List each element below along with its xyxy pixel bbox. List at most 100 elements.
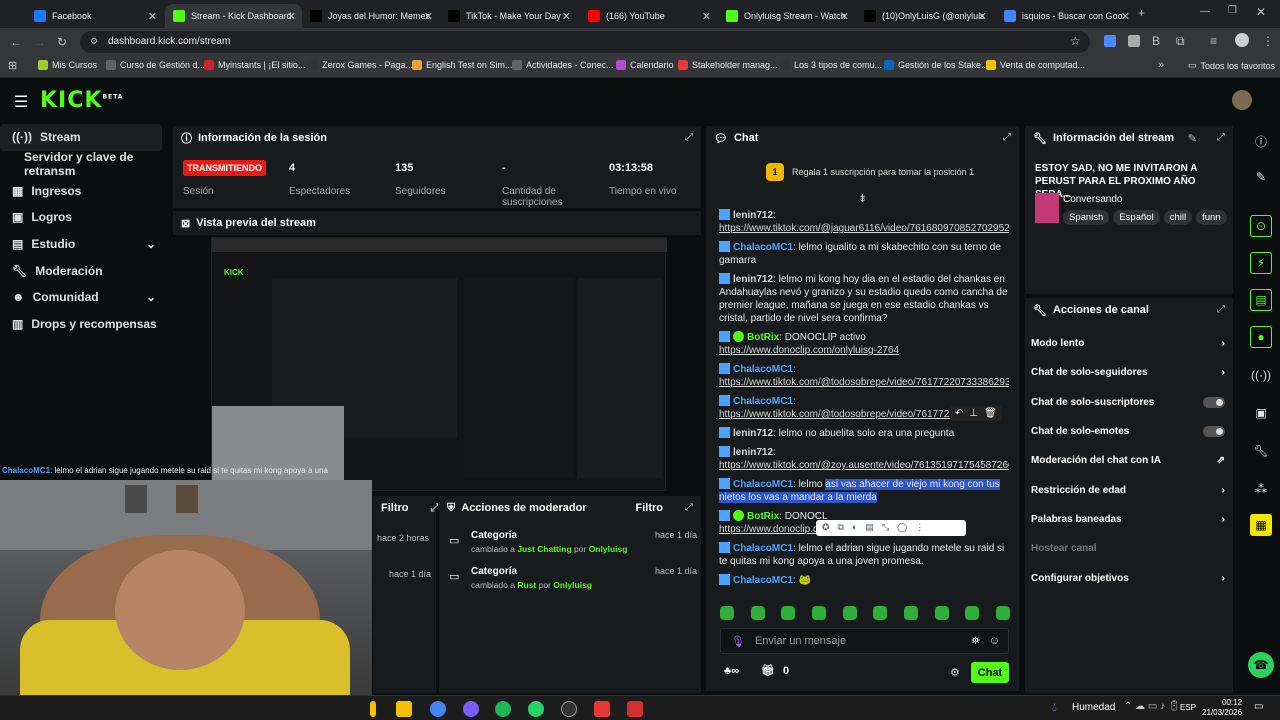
browser-tab[interactable]: Stream - Kick Dashboard ✕ — [165, 4, 302, 28]
new-tab-icon[interactable]: + — [1138, 6, 1145, 20]
browser-tab[interactable]: Onlyluisg Stream - Watch ✕ — [718, 4, 855, 28]
pinned-arrow-icon[interactable]: ⇟ — [858, 192, 867, 205]
folder-icon[interactable] — [396, 701, 412, 717]
channel-action-item[interactable]: Palabras baneadas › — [1025, 505, 1233, 534]
channel-action-item[interactable]: Chat de solo-suscriptores — [1025, 388, 1233, 417]
chat-link[interactable]: https://www.tiktok.com/@todosobrepe/vide… — [719, 377, 1009, 388]
emoji-icon[interactable]: ☺ — [989, 635, 1000, 647]
close-tab-icon[interactable]: ✕ — [287, 10, 296, 23]
sidebar-item-achievements[interactable]: ▣ Logros — [0, 204, 170, 231]
chat-message[interactable]: ChalacoMC1: 🐸 — [719, 574, 1009, 587]
close-tab-icon[interactable]: ✕ — [1121, 10, 1130, 23]
back-icon[interactable]: ← — [10, 35, 22, 49]
browser-tab[interactable]: TikTok - Make Your Day ✕ — [440, 4, 577, 28]
chat-username[interactable]: ChalacoMC1 — [733, 242, 793, 253]
bookmark-star-icon[interactable]: ☆ — [1070, 34, 1081, 48]
app-icon[interactable] — [463, 701, 479, 717]
chat-link[interactable]: https://www.tiktok.com/@jaguar6116/video… — [719, 223, 1009, 234]
close-window-icon[interactable]: ✕ — [1256, 5, 1266, 19]
print-icon[interactable]: ▤ — [865, 522, 874, 534]
weather-label[interactable]: Humedad — [1072, 702, 1115, 713]
browser-tab[interactable]: (166) YouTube ✕ — [580, 4, 717, 28]
stream-video[interactable]: KICK — [211, 237, 667, 492]
chat-message[interactable]: ChalacoMC1: lelmo igualito a mi skabechi… — [719, 241, 1009, 267]
bookmark-item[interactable]: Curso de Gestión d... — [106, 60, 205, 70]
chat-message[interactable]: lenin712: lelmo mi kong hoy dia en el es… — [719, 273, 1009, 325]
points-infinity-icon[interactable]: ♣∞ — [724, 665, 739, 677]
bookmark-item[interactable]: Venta de computad... — [986, 60, 1085, 70]
clip-icon[interactable]: ▦ — [1250, 514, 1272, 536]
close-tab-icon[interactable]: ✕ — [148, 10, 157, 23]
whatsapp-icon[interactable] — [528, 701, 544, 717]
hamburger-menu-icon[interactable]: ☰ — [14, 92, 28, 112]
app-icon[interactable] — [594, 701, 610, 717]
chat-link[interactable]: https://www.tiktok.com/@zoy.ausente/vide… — [719, 460, 1009, 471]
forward-icon[interactable]: → — [34, 35, 46, 49]
chat-username[interactable]: lenin712 — [733, 210, 773, 221]
bookmark-item[interactable]: Myinstants | ¡El sitio... — [204, 60, 305, 70]
sidebar-item-moderation[interactable]: 🔧︎ Moderación — [0, 257, 170, 284]
reply-icon[interactable]: ↶ — [955, 408, 963, 419]
chat-link[interactable]: https://www.donoclip.c — [719, 524, 818, 535]
popout-icon[interactable]: ⤢ — [1217, 304, 1225, 315]
browser-tab[interactable]: (10)OnlyLuisG (@onlyluis ✕ — [856, 4, 993, 28]
chat-message[interactable]: lenin712: https://www.tiktok.com/@jaguar… — [719, 209, 1009, 235]
filter-button[interactable]: Filtro — [636, 502, 664, 514]
chat-username[interactable]: ChalacoMC1 — [733, 575, 793, 586]
extension-icon[interactable] — [1128, 35, 1140, 47]
toggle-switch[interactable] — [1203, 396, 1225, 408]
weather-icon[interactable]: 💧︎ — [1052, 700, 1057, 715]
chat-message[interactable]: ChalacoMC1: lelmo asi vas ahacer de viej… — [719, 478, 1009, 504]
emote-icon[interactable] — [995, 606, 1010, 620]
chat-username[interactable]: BotRix — [747, 511, 779, 522]
more-icon[interactable]: ⋮ — [915, 522, 924, 534]
filter-button[interactable]: Filtro — [381, 502, 409, 514]
profile-avatar[interactable] — [1235, 33, 1249, 47]
close-tab-icon[interactable]: ✕ — [702, 10, 711, 23]
popout-icon[interactable]: ⤢ — [685, 502, 693, 513]
bookmark-item[interactable]: Stakeholder manag... — [678, 60, 778, 70]
kick-logo[interactable]: KICKBETA — [40, 88, 123, 113]
chat-username[interactable]: BotRix — [747, 332, 779, 343]
layout-icon[interactable]: ▣ — [1250, 402, 1272, 424]
extension-icon[interactable]: B — [1152, 34, 1160, 48]
obs-icon[interactable] — [561, 701, 577, 717]
popout-icon[interactable]: ⤢ — [1003, 132, 1011, 143]
channel-action-item[interactable]: Modo lento › — [1025, 329, 1233, 358]
channel-action-item[interactable]: Moderación del chat con IA ⇗ — [1025, 446, 1233, 475]
menu-icon[interactable]: ⋮ — [1262, 34, 1274, 48]
url-input[interactable]: dashboard.kick.com/stream — [80, 31, 1090, 53]
edit-icon[interactable]: ✎ — [1250, 166, 1272, 188]
sidebar-item-server-key[interactable]: Servidor y clave de retransm — [0, 150, 170, 178]
tag-pill[interactable]: Español — [1113, 210, 1160, 225]
channel-action-item[interactable]: Restricción de edad › — [1025, 475, 1233, 504]
close-tab-icon[interactable]: ✕ — [978, 10, 987, 23]
file-icon[interactable] — [370, 701, 376, 717]
extension-icon[interactable] — [1104, 35, 1116, 47]
language-indicator[interactable]: ESP — [1180, 703, 1196, 712]
sidebar-item-income[interactable]: ▦ Ingresos — [0, 177, 170, 204]
wrench-icon[interactable]: 🔧︎ — [1250, 440, 1272, 462]
chat-message[interactable]: BotRix: DONOCLIP activo https://www.donoc… — [719, 331, 1009, 357]
edit-icon[interactable]: ✎ — [1188, 132, 1197, 145]
emote-icon[interactable] — [750, 606, 765, 620]
chat-username[interactable]: ChalacoMC1 — [733, 396, 793, 407]
gift-subs-banner[interactable]: 1 Regala 1 suscripción para tomar la pos… — [710, 156, 1015, 188]
chat-username[interactable]: ChalacoMC1 — [733, 543, 793, 554]
bookmark-item[interactable]: Mis Cursos — [38, 60, 97, 70]
close-tab-icon[interactable]: ✕ — [562, 10, 571, 23]
info-icon[interactable]: ⓘ — [1250, 130, 1272, 152]
emote-icon[interactable] — [903, 606, 918, 620]
chat-message[interactable]: ChalacoMC1: https://www.tiktok.com/@todo… — [719, 363, 1009, 389]
bolt-icon[interactable]: ⚡︎ — [1250, 252, 1272, 274]
emote-icon[interactable] — [842, 606, 857, 620]
clock[interactable]: 00:12 21/03/2026 — [1202, 698, 1242, 718]
browser-tab[interactable]: Facebook ✕ — [26, 4, 163, 28]
bookmark-item[interactable]: Los 3 tipos de comu... — [780, 60, 882, 70]
chat-username[interactable]: lenin712 — [733, 274, 773, 285]
chat-username[interactable]: lenin712 — [733, 447, 773, 458]
settings-icon[interactable]: ⚙ — [950, 666, 960, 679]
channel-action-item[interactable]: Chat de solo-emotes — [1025, 417, 1233, 446]
emote-icon[interactable] — [873, 606, 888, 620]
bookmark-item[interactable]: Calendario — [616, 60, 674, 70]
